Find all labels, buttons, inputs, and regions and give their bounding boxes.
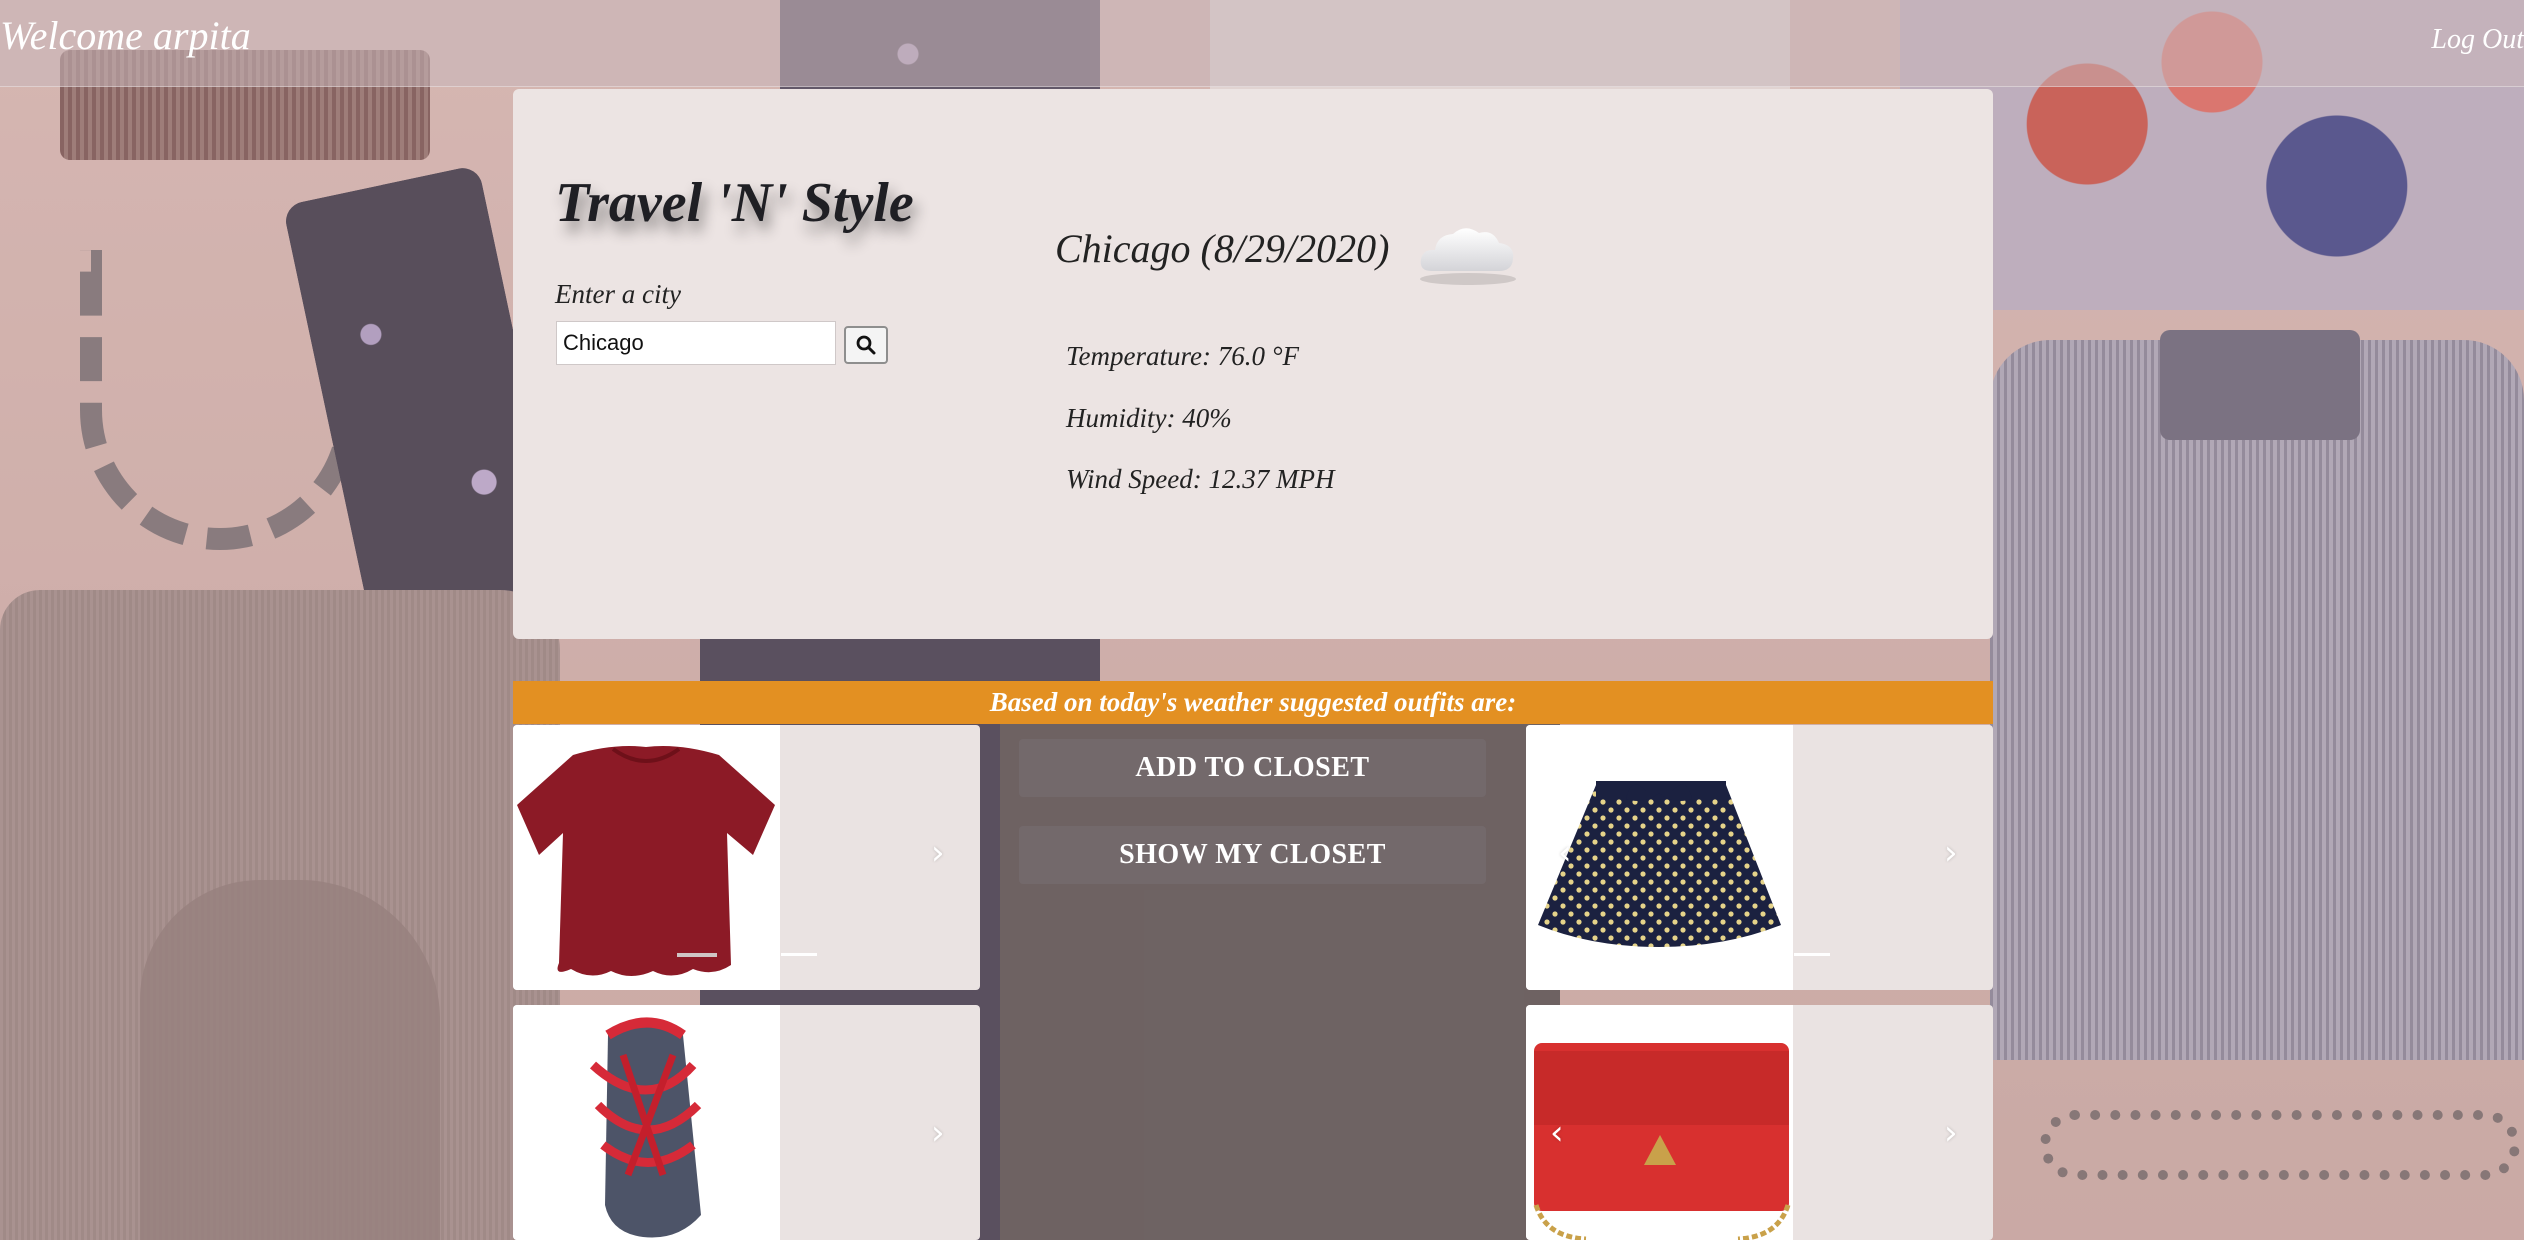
add-to-closet-button[interactable]: ADD TO CLOSET xyxy=(1019,739,1486,797)
wind-speed-text: Wind Speed: 12.37 MPH xyxy=(1066,464,1335,494)
outfit-card-shoes: › xyxy=(513,1005,980,1240)
top-bar: Welcome arpita Log Out xyxy=(0,0,2524,87)
outfit-card-accessory: ‹ › xyxy=(1526,1005,1993,1240)
outfit-suggestion-banner: Based on today's weather suggested outfi… xyxy=(513,681,1993,724)
outfit-card-top: › xyxy=(513,725,980,990)
welcome-message: Welcome arpita xyxy=(0,13,251,58)
search-button[interactable] xyxy=(844,326,888,364)
chevron-left-icon[interactable]: ‹ xyxy=(1558,833,1572,873)
chevron-right-icon[interactable]: › xyxy=(1944,833,1958,873)
chevron-right-icon[interactable]: › xyxy=(931,833,945,873)
chevron-right-icon[interactable]: › xyxy=(1944,1113,1958,1153)
chevron-left-icon[interactable]: ‹ xyxy=(1550,1113,1564,1153)
outfit-card-bottom: ‹ › xyxy=(1526,725,1993,990)
humidity-text: Humidity: 40% xyxy=(1066,403,1232,433)
temperature-text: Temperature: 76.0 °F xyxy=(1066,341,1300,371)
red-sandal-image xyxy=(513,1005,780,1240)
carousel-indicator[interactable] xyxy=(781,953,817,956)
show-my-closet-button[interactable]: SHOW MY CLOSET xyxy=(1019,826,1486,884)
red-handbag-image xyxy=(1526,1005,1793,1240)
weather-city-date: Chicago (8/29/2020) xyxy=(1055,226,1390,271)
logout-link[interactable]: Log Out xyxy=(2431,24,2524,56)
red-blouse-image xyxy=(513,725,780,990)
search-icon xyxy=(856,335,876,355)
city-search-input[interactable] xyxy=(556,321,836,365)
carousel-indicator[interactable] xyxy=(1794,953,1830,956)
city-input-label: Enter a city xyxy=(555,279,681,309)
cloud-icon xyxy=(1420,228,1516,285)
chevron-right-icon[interactable]: › xyxy=(931,1113,945,1153)
app-title: Travel 'N' Style xyxy=(555,172,914,234)
weather-panel: Travel 'N' Style Enter a city Chicago (8… xyxy=(513,89,1993,639)
